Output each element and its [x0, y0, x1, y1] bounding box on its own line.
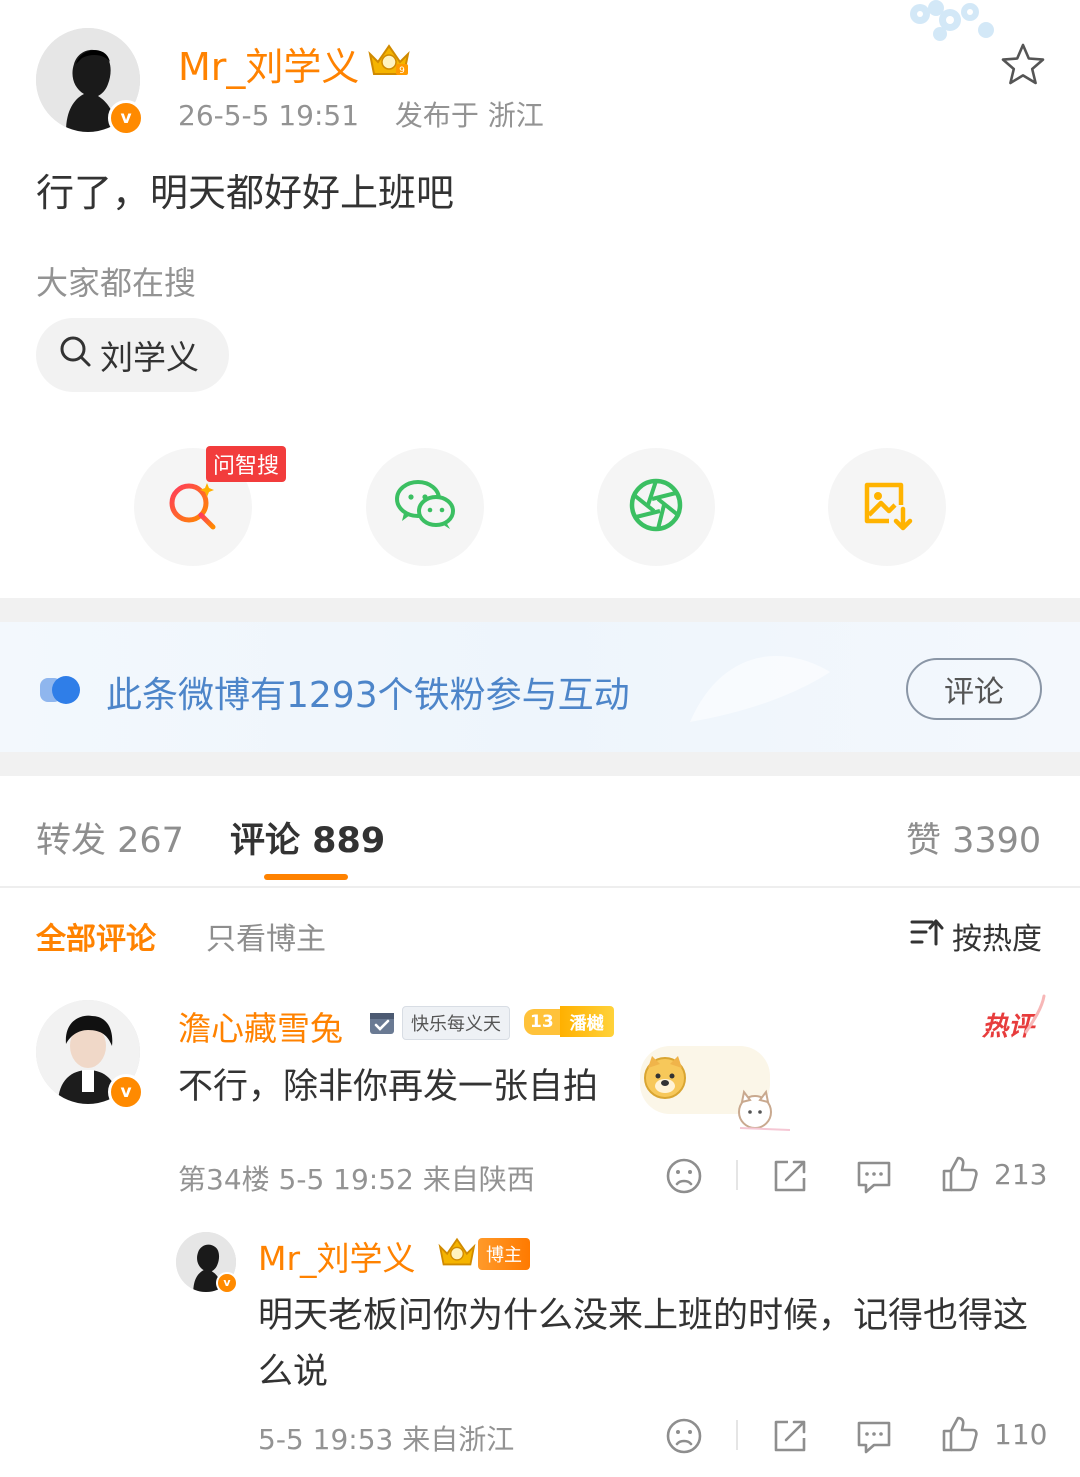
section-divider: [0, 598, 1080, 622]
fan-level-tag: 潘樾: [559, 1006, 614, 1037]
trending-search-chip[interactable]: 刘学义: [36, 318, 229, 392]
action-separator: [736, 1160, 738, 1190]
sort-label: 按热度: [952, 922, 1042, 957]
banner-decoration: [690, 656, 830, 722]
star-favorite-icon[interactable]: [1000, 42, 1046, 90]
sort-by-hot[interactable]: 按热度: [910, 914, 1042, 958]
comment-text: 不行，除非你再发一张自拍: [178, 1067, 599, 1107]
like-thumb-icon[interactable]: [940, 1154, 980, 1198]
crown-badge-icon: 9: [366, 40, 412, 82]
wenzhisou-search-icon: [165, 477, 221, 537]
commenter-name[interactable]: 澹心藏雪兔: [178, 1002, 343, 1050]
verified-badge-icon: v: [108, 1074, 144, 1110]
wechat-share-button[interactable]: [366, 448, 484, 566]
doge-emoji-icon: [642, 1054, 688, 1104]
fan-level-badge[interactable]: 13 潘樾: [524, 1006, 614, 1037]
moments-icon: [628, 477, 684, 537]
reply-meta: 5-5 19:53 来自浙江: [258, 1423, 515, 1456]
share-icon[interactable]: [770, 1156, 810, 1200]
tab-repost[interactable]: 转发 267: [36, 812, 184, 863]
wenzhisou-badge: 问智搜: [206, 446, 287, 482]
filter-author-only[interactable]: 只看博主: [206, 914, 326, 958]
comment-button[interactable]: 评论: [906, 658, 1042, 720]
search-icon: [58, 334, 92, 376]
fans-banner-text[interactable]: 此条微博有1293个铁粉参与互动: [106, 666, 630, 718]
wechat-icon: [394, 479, 456, 535]
trending-query: 刘学义: [100, 338, 199, 377]
moments-share-button[interactable]: [597, 448, 715, 566]
fan-level-number: 13: [524, 1008, 560, 1035]
reply-author-name[interactable]: Mr_刘学义: [258, 1232, 416, 1280]
crown-badge-icon: [436, 1234, 478, 1272]
fan-medal[interactable]: 快乐每义天: [402, 1006, 510, 1040]
author-role-tag: 博主: [478, 1238, 530, 1270]
hot-tag-decoration: [1022, 994, 1046, 1038]
tab-likes[interactable]: 赞 3390: [906, 812, 1041, 863]
reply-comment-icon[interactable]: [854, 1156, 894, 1200]
tab-comments[interactable]: 评论 889: [230, 812, 385, 863]
action-separator: [736, 1420, 738, 1450]
post-meta: 26-5-5 19:51 发布于 浙江: [178, 94, 544, 134]
save-image-button[interactable]: [828, 448, 946, 566]
calendar-badge-icon: [368, 1008, 396, 1040]
tabs-divider: [0, 886, 1080, 888]
fans-icon: [40, 676, 84, 708]
share-icon[interactable]: [770, 1416, 810, 1460]
post-time: 26-5-5 19:51: [178, 99, 360, 132]
reply-comment-icon[interactable]: [854, 1416, 894, 1460]
sort-icon: [910, 917, 944, 955]
reply-text: 明天老板问你为什么没来上班的时候，记得也得这么说: [258, 1296, 1029, 1392]
dislike-icon[interactable]: [664, 1416, 704, 1460]
filter-all-comments[interactable]: 全部评论: [36, 914, 156, 958]
active-tab-indicator: [264, 874, 348, 880]
post-text: 行了，明天都好好上班吧: [36, 171, 455, 215]
section-divider-2: [0, 752, 1080, 776]
verified-badge-icon: v: [216, 1272, 238, 1294]
verified-badge-icon: v: [108, 100, 144, 136]
svg-text:9: 9: [399, 66, 405, 76]
post-location: 发布于 浙江: [394, 99, 544, 132]
author-name[interactable]: Mr_刘学义: [178, 36, 359, 91]
trending-label: 大家都在搜: [36, 264, 197, 302]
save-image-icon: [859, 477, 915, 537]
like-count: 213: [994, 1158, 1048, 1191]
comment-meta: 第34楼 5-5 19:52 来自陕西: [178, 1163, 535, 1196]
reply-like-count: 110: [994, 1418, 1048, 1451]
like-thumb-icon[interactable]: [940, 1414, 980, 1458]
dislike-icon[interactable]: [664, 1156, 704, 1200]
